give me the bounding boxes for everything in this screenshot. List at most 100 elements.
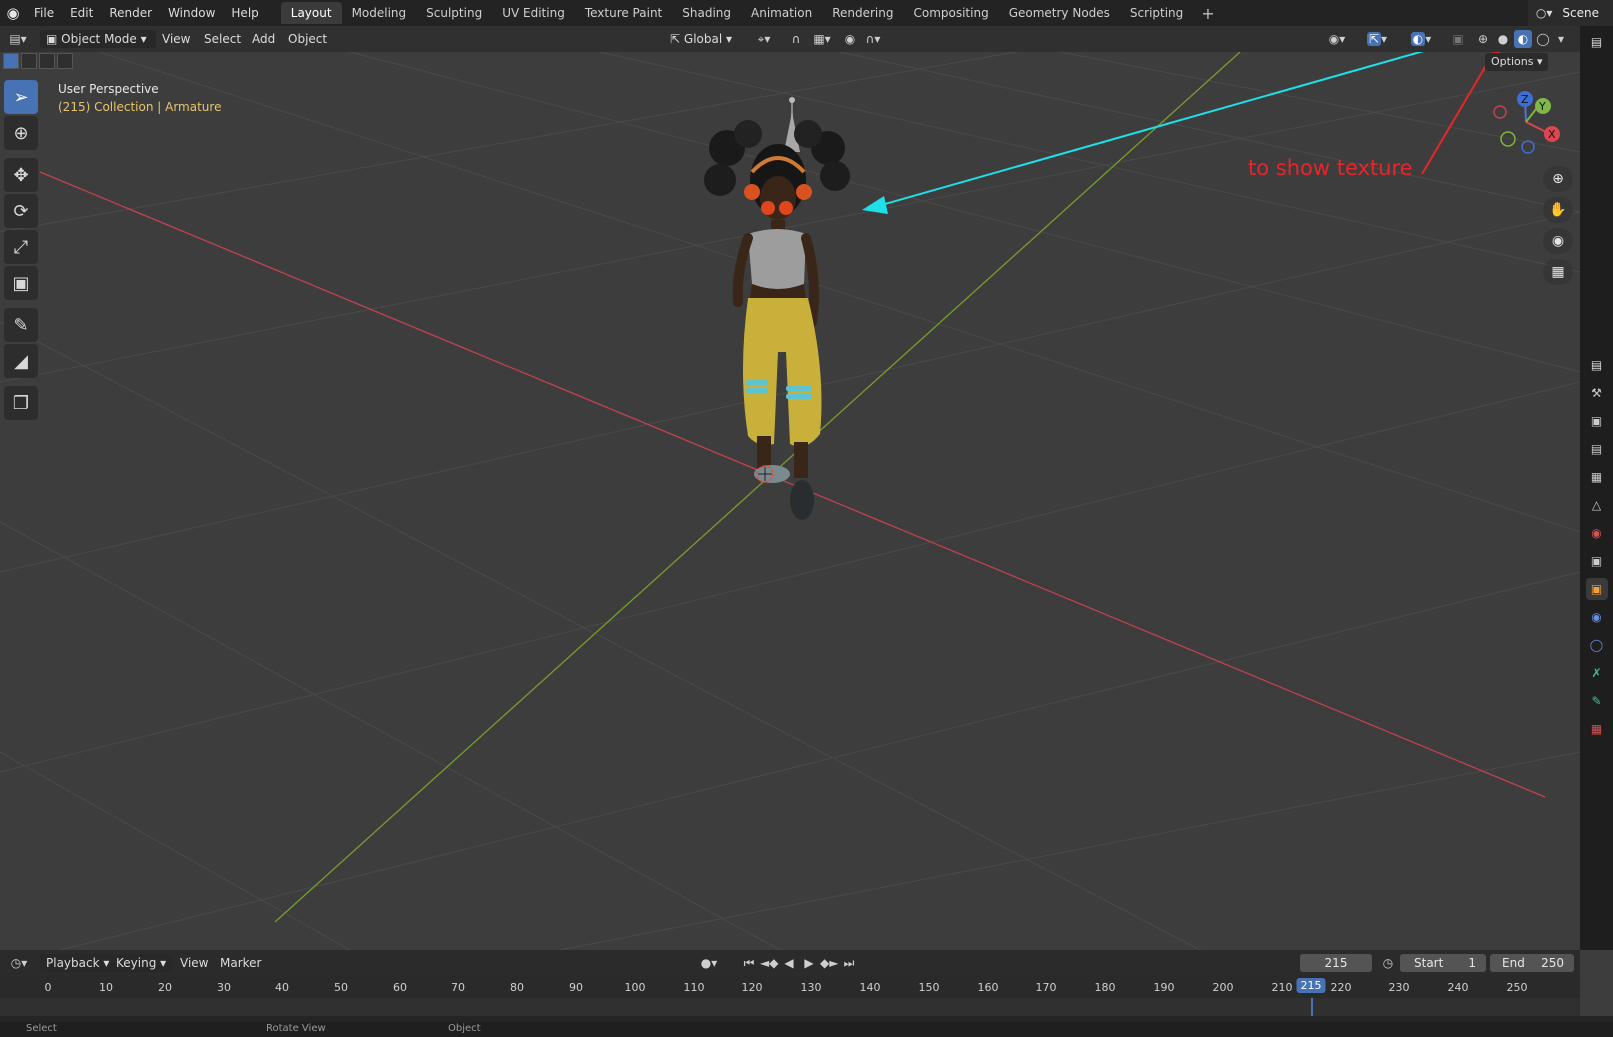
tab-rendering[interactable]: Rendering [822,2,903,24]
properties-editor-icon[interactable]: ▤ [1586,354,1608,376]
play-icon[interactable]: ▶ [800,954,818,972]
jump-start-icon[interactable]: ⏮ [740,954,758,972]
tab-shading[interactable]: Shading [672,2,741,24]
transform-tool-icon[interactable]: ▣ [4,266,38,300]
header-menu-object[interactable]: Object [282,30,333,48]
record-keyframe-icon[interactable]: ●▾ [696,954,722,972]
tab-modeling[interactable]: Modeling [342,2,417,24]
scene-selector[interactable]: ○▾ Scene [1527,0,1613,26]
annotate-tool-icon[interactable]: ✎ [4,308,38,342]
rendered-shading-icon[interactable]: ◯ [1534,30,1552,48]
preview-range-icon[interactable]: ◷ [1378,954,1398,972]
select-new-icon[interactable] [3,53,19,69]
current-frame-field[interactable]: 215 [1300,954,1372,972]
blender-logo-icon[interactable]: ◉ [0,4,26,22]
end-frame-field[interactable]: End 250 [1490,954,1574,972]
options-button[interactable]: Options ▾ [1485,53,1549,71]
play-reverse-icon[interactable]: ◀ [780,954,798,972]
visibility-icon[interactable]: ◉▾ [1322,30,1352,48]
world-properties-icon[interactable]: ◉ [1586,522,1608,544]
scale-tool-icon[interactable]: ⤢ [4,230,38,264]
current-frame-marker[interactable]: 215 [1296,978,1326,993]
tab-layout[interactable]: Layout [280,2,342,24]
collection-properties-icon[interactable]: ▣ [1586,550,1608,572]
tab-texture-paint[interactable]: Texture Paint [575,2,672,24]
shading-options-chevron-icon[interactable]: ▾ [1554,30,1568,48]
object-mode-icon: ▣ [46,32,58,46]
ruler-tick: 110 [683,981,705,994]
ruler-tick: 180 [1094,981,1116,994]
timeline-menu-view[interactable]: View [174,954,214,972]
header-menu-add[interactable]: Add [246,30,281,48]
pivot-icon[interactable]: ⌖▾ [750,30,778,48]
playback-dropdown[interactable]: Playback ▾ [40,954,116,972]
tab-geometry-nodes[interactable]: Geometry Nodes [999,2,1120,24]
menu-help[interactable]: Help [223,0,266,26]
tab-compositing[interactable]: Compositing [903,2,998,24]
orientation-icon: ⇱ [670,32,681,46]
tab-uv-editing[interactable]: UV Editing [492,2,575,24]
outliner-icon[interactable]: ▤ [1586,31,1608,53]
view-perspective-label: User Perspective [58,82,159,96]
pan-hand-icon[interactable]: ✋ [1543,197,1573,223]
measure-tool-icon[interactable]: ◢ [4,344,38,378]
solid-shading-icon[interactable]: ● [1494,30,1512,48]
ortho-grid-icon[interactable]: ▦ [1543,259,1573,285]
jump-end-icon[interactable]: ⏭ [840,954,858,972]
zoom-icon[interactable]: ⊕ [1543,166,1573,192]
overlay-toggle-icon[interactable]: ◐ ▾ [1404,30,1438,48]
tool-properties-icon[interactable]: ⚒ [1586,382,1608,404]
timeline-editor-type-icon[interactable]: ◷▾ [4,954,34,972]
next-keyframe-icon[interactable]: ◆► [820,954,838,972]
orientation-dropdown[interactable]: ⇱ Global ▾ [664,30,752,48]
header-menu-view[interactable]: View [156,30,196,48]
rotate-tool-icon[interactable]: ⟳ [4,194,38,228]
menu-window[interactable]: Window [160,0,223,26]
add-cube-tool-icon[interactable]: ❐ [4,386,38,420]
frame-ruler[interactable]: 0 10 20 30 40 50 60 70 80 90 100 110 120… [0,976,1580,998]
object-properties-icon[interactable]: ▣ [1585,578,1608,600]
header-menu-select[interactable]: Select [198,30,247,48]
editor-type-icon[interactable]: ▤▾ [4,30,32,48]
xray-icon[interactable]: ▣ [1449,30,1467,48]
menu-render[interactable]: Render [101,0,160,26]
menu-edit[interactable]: Edit [62,0,101,26]
falloff-icon[interactable]: ∩▾ [860,30,886,48]
tab-sculpting[interactable]: Sculpting [416,2,492,24]
timeline-menu-marker[interactable]: Marker [214,954,267,972]
gizmo-toggle-icon[interactable]: ⇱ ▾ [1360,30,1394,48]
snap-icon[interactable]: ∩ [786,30,806,48]
menu-file[interactable]: File [26,0,62,26]
output-properties-icon[interactable]: ▤ [1586,438,1608,460]
object-constraint-icon[interactable]: ✗ [1586,662,1608,684]
scene-properties-icon[interactable]: △ [1586,494,1608,516]
navigation-gizmo[interactable]: Z X Y [1493,91,1560,154]
texture-properties-icon[interactable]: ▦ [1586,718,1608,740]
playhead-line[interactable] [1311,998,1313,1016]
tab-scripting[interactable]: Scripting [1120,2,1193,24]
modifier-properties-icon[interactable]: ◉ [1586,606,1608,628]
start-frame-field[interactable]: Start 1 [1400,954,1486,972]
keying-dropdown[interactable]: Keying ▾ [110,954,173,972]
select-intersect-icon[interactable] [57,53,73,69]
move-tool-icon[interactable]: ✥ [4,158,38,192]
mode-dropdown[interactable]: ▣ Object Mode ▾ [40,30,156,48]
camera-view-icon[interactable]: ◉ [1543,228,1573,254]
proportional-edit-icon[interactable]: ◉ [842,30,858,48]
view-layer-icon[interactable]: ▦ [1586,466,1608,488]
prev-keyframe-icon[interactable]: ◄◆ [760,954,778,972]
object-data-armature-icon[interactable]: ✎ [1586,690,1608,712]
select-extend-icon[interactable] [21,53,37,69]
material-preview-shading-icon[interactable]: ◐ [1514,30,1532,48]
snap-increment-icon[interactable]: ▦▾ [808,30,836,48]
add-workspace-icon[interactable]: + [1193,4,1222,23]
physics-properties-icon[interactable]: ◯ [1586,634,1608,656]
wireframe-shading-icon[interactable]: ⊕ [1474,30,1492,48]
timeline-track[interactable] [0,998,1580,1016]
select-box-tool-icon[interactable]: ➢ [4,80,38,114]
render-properties-icon[interactable]: ▣ [1586,410,1608,432]
cursor-tool-icon[interactable]: ⊕ [4,116,38,150]
select-subtract-icon[interactable] [39,53,55,69]
3d-viewport[interactable]: Z X Y [0,52,1580,950]
tab-animation[interactable]: Animation [741,2,822,24]
